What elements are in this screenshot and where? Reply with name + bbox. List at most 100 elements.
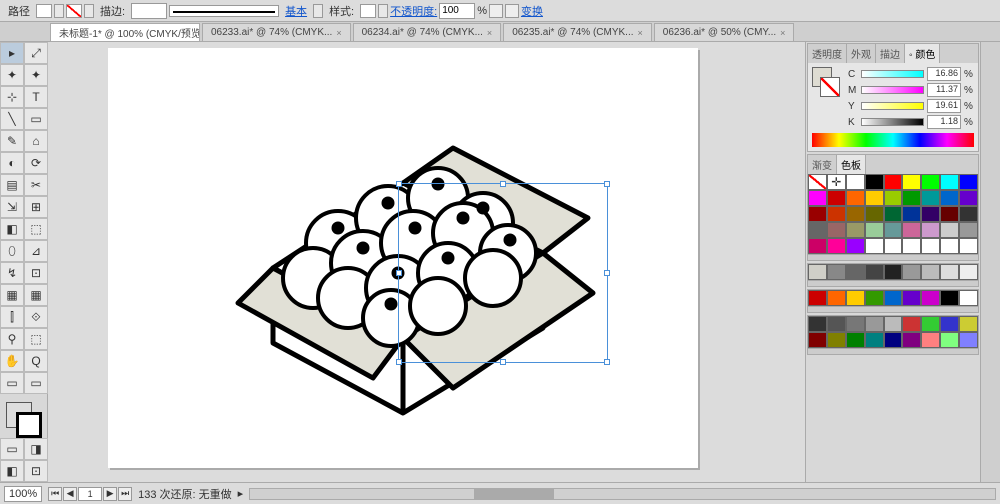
swatch[interactable] — [902, 290, 921, 306]
tool-button[interactable]: ⊿ — [24, 240, 48, 262]
swatch[interactable] — [846, 190, 865, 206]
recolor-icon[interactable] — [489, 4, 503, 18]
swatch[interactable] — [827, 206, 846, 222]
tool-button[interactable]: ▭ — [24, 108, 48, 130]
style-dropdown[interactable] — [378, 4, 388, 18]
swatch[interactable] — [959, 206, 978, 222]
panel-tab[interactable]: ◦ 颜色 — [905, 44, 940, 63]
swatch[interactable] — [865, 238, 884, 254]
swatch[interactable] — [827, 190, 846, 206]
magenta-slider[interactable] — [861, 86, 924, 94]
swatch[interactable] — [902, 222, 921, 238]
swatch[interactable] — [865, 332, 884, 348]
swatch[interactable] — [959, 174, 978, 190]
panel-tab[interactable]: 描边 — [876, 44, 905, 63]
magenta-value[interactable]: 11.37 — [927, 83, 961, 97]
tool-button[interactable]: ⟐ — [24, 306, 48, 328]
swatch[interactable] — [808, 222, 827, 238]
swatch[interactable] — [846, 316, 865, 332]
tool-button[interactable]: Q — [24, 350, 48, 372]
swatch[interactable] — [921, 190, 940, 206]
panel-tab[interactable]: 色板 — [837, 155, 866, 174]
swatch[interactable] — [846, 264, 865, 280]
swatch[interactable] — [921, 222, 940, 238]
swatch[interactable] — [865, 206, 884, 222]
swatch[interactable] — [884, 174, 903, 190]
swatch[interactable] — [902, 174, 921, 190]
tool-button[interactable]: ↯ — [0, 262, 24, 284]
yellow-slider[interactable] — [861, 102, 924, 110]
tool-button[interactable]: ▸ — [0, 42, 24, 64]
swatch[interactable] — [808, 238, 827, 254]
fill-dropdown[interactable] — [54, 4, 64, 18]
opacity-label-link[interactable]: 不透明度: — [390, 3, 437, 19]
swatch[interactable] — [940, 290, 959, 306]
swatch[interactable] — [940, 206, 959, 222]
cyan-slider[interactable] — [861, 70, 924, 78]
panel-tab[interactable]: 渐变 — [808, 155, 837, 174]
swatch[interactable] — [959, 316, 978, 332]
tool-button[interactable]: ⇲ — [0, 196, 24, 218]
stroke-swatch[interactable] — [66, 4, 82, 18]
swatch[interactable] — [808, 332, 827, 348]
tool-button[interactable]: ▭ — [0, 372, 24, 394]
swatch[interactable] — [902, 316, 921, 332]
fill-swatch[interactable] — [36, 4, 52, 18]
artboard-number[interactable]: 1 — [78, 487, 102, 501]
swatch[interactable] — [884, 190, 903, 206]
document-tab[interactable]: 06233.ai* @ 74% (CMYK...× — [202, 23, 351, 41]
swatch[interactable] — [865, 190, 884, 206]
tool-button[interactable]: ⟳ — [24, 152, 48, 174]
artboard[interactable] — [108, 48, 698, 468]
cyan-value[interactable]: 16.86 — [927, 67, 961, 81]
panel-tab[interactable]: 透明度 — [808, 44, 847, 63]
swatch[interactable] — [902, 190, 921, 206]
swatch[interactable] — [959, 238, 978, 254]
tool-button[interactable]: ╲ — [0, 108, 24, 130]
close-icon[interactable]: × — [487, 28, 492, 38]
swatch[interactable] — [959, 290, 978, 306]
transform-link[interactable]: 变换 — [521, 3, 543, 19]
swatch[interactable] — [827, 174, 846, 190]
swatch[interactable] — [921, 332, 940, 348]
tool-button[interactable]: ⬚ — [24, 328, 48, 350]
tool-button[interactable]: ⫿ — [0, 306, 24, 328]
swatch[interactable] — [959, 332, 978, 348]
swatch[interactable] — [827, 332, 846, 348]
tool-button[interactable]: ✦ — [24, 64, 48, 86]
tool-button[interactable]: ✦ — [0, 64, 24, 86]
collapsed-panel-bar[interactable] — [980, 42, 1000, 482]
swatch[interactable] — [884, 238, 903, 254]
opacity-input[interactable] — [439, 3, 475, 19]
color-stroke-proxy[interactable] — [820, 77, 840, 97]
tool-button[interactable]: ▤ — [0, 174, 24, 196]
tool-button[interactable]: ✎ — [0, 130, 24, 152]
close-icon[interactable]: × — [638, 28, 643, 38]
tool-button[interactable]: T — [24, 86, 48, 108]
document-tab[interactable]: 06235.ai* @ 74% (CMYK...× — [503, 23, 652, 41]
swatch[interactable] — [865, 174, 884, 190]
swatch[interactable] — [865, 264, 884, 280]
swatch[interactable] — [827, 316, 846, 332]
swatch[interactable] — [921, 174, 940, 190]
status-menu-arrow[interactable]: ▸ — [238, 487, 244, 500]
swatch[interactable] — [884, 264, 903, 280]
graphic-style-swatch[interactable] — [360, 4, 376, 18]
swatch[interactable] — [940, 264, 959, 280]
fill-stroke-indicator[interactable] — [0, 398, 47, 438]
next-artboard-button[interactable]: ▶ — [103, 487, 117, 501]
swatch[interactable] — [865, 290, 884, 306]
document-tab[interactable]: 06234.ai* @ 74% (CMYK...× — [353, 23, 502, 41]
draw-mode-icon[interactable]: ◧ — [0, 460, 24, 482]
document-tab[interactable]: 未标题-1* @ 100% (CMYK/预览)× — [50, 23, 200, 41]
tool-button[interactable]: ⬚ — [24, 218, 48, 240]
tool-button[interactable]: ▦ — [24, 284, 48, 306]
change-screen-icon[interactable]: ⊡ — [24, 460, 48, 482]
tool-button[interactable]: ✋ — [0, 350, 24, 372]
swatch[interactable] — [827, 290, 846, 306]
swatch[interactable] — [884, 222, 903, 238]
swatch[interactable] — [808, 190, 827, 206]
align-icon[interactable] — [505, 4, 519, 18]
close-icon[interactable]: × — [780, 28, 785, 38]
swatch[interactable] — [921, 206, 940, 222]
